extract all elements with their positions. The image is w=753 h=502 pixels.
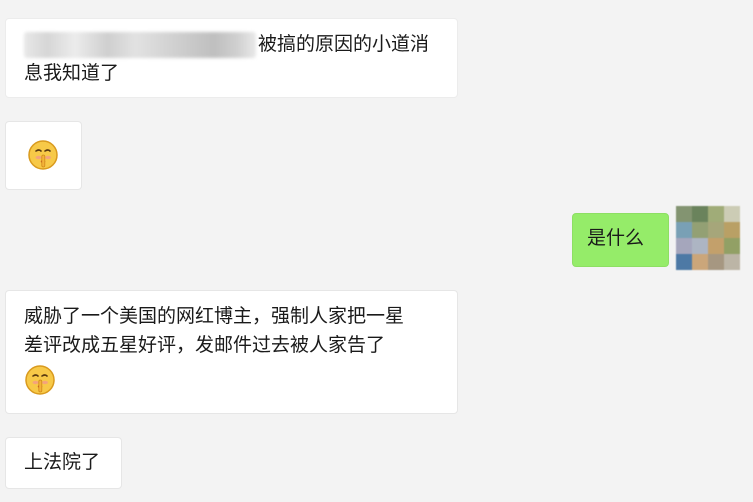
message-3-text: 是什么 [587,227,645,249]
avatar-mosaic-cell [724,222,740,238]
redacted-text-blur [24,31,256,58]
avatar-mosaic-cell [692,238,708,254]
message-1-line-1-text: 被搞的原因的小道消 [258,33,430,55]
message-4-line-2: 差评改成五星好评，发邮件过去被人家告了 [24,334,386,356]
message-1-line-1: 被搞的原因的小道消 [24,30,441,59]
user-avatar[interactable] [676,206,740,270]
avatar-mosaic-cell [708,238,724,254]
avatar-mosaic-cell [724,206,740,222]
avatar-mosaic-cell [708,206,724,222]
message-bubble-2[interactable] [5,121,82,190]
message-bubble-4[interactable]: 威胁了一个美国的网红博主，强制人家把一星 差评改成五星好评，发邮件过去被人家告了 [5,290,458,414]
avatar-mosaic-cell [724,238,740,254]
avatar-mosaic-cell [708,222,724,238]
message-4-emoji-line [24,360,443,396]
shushing-face-icon [25,365,55,395]
avatar-mosaic-cell [676,254,692,270]
message-bubble-3[interactable]: 是什么 [572,213,669,267]
message-bubble-5[interactable]: 上法院了 [5,437,122,489]
message-4-line-1: 威胁了一个美国的网红博主，强制人家把一星 [24,305,405,327]
message-5-text: 上法院了 [24,451,101,473]
avatar-mosaic-cell [692,206,708,222]
avatar-mosaic-cell [676,206,692,222]
shushing-face-icon [28,140,58,170]
avatar-mosaic-cell [676,222,692,238]
message-1-line-2: 息我知道了 [24,62,120,84]
avatar-mosaic-cell [676,238,692,254]
avatar-mosaic-cell [724,254,740,270]
avatar-mosaic-cell [708,254,724,270]
message-bubble-1[interactable]: 被搞的原因的小道消 息我知道了 [5,18,458,98]
avatar-mosaic-cell [692,254,708,270]
avatar-mosaic-cell [692,222,708,238]
